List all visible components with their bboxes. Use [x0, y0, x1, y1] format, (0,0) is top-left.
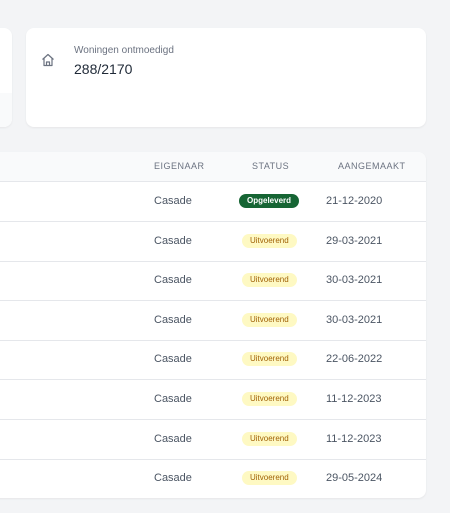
- stat-label: Woningen ontmoedigd: [74, 45, 174, 56]
- table-row[interactable]: Casade Uitvoerend 30-03-2021: [0, 261, 426, 302]
- status-badge: Opgeleverd: [239, 194, 300, 208]
- status-badge: Uitvoerend: [242, 352, 297, 367]
- column-header-created[interactable]: AANGEMAAKT: [338, 161, 406, 171]
- stat-card-footer: [0, 93, 12, 127]
- projects-table: EIGENAAR STATUS AANGEMAAKT Casade Opgelev…: [0, 152, 426, 498]
- created-date-cell: 29-03-2021: [326, 234, 383, 247]
- column-header-status[interactable]: STATUS: [252, 161, 289, 171]
- owner-cell: Casade: [154, 432, 192, 445]
- table-row[interactable]: Casade Opgeleverd 21-12-2020: [0, 182, 426, 222]
- stat-card-partial: [0, 28, 12, 127]
- status-badge: Uitvoerend: [242, 273, 297, 288]
- stat-value: 288/2170: [74, 61, 133, 77]
- created-date-cell: 30-03-2021: [326, 313, 383, 326]
- table-row[interactable]: Casade Uitvoerend 30-03-2021: [0, 301, 426, 341]
- status-badge: Uitvoerend: [242, 233, 297, 248]
- owner-cell: Casade: [154, 472, 192, 485]
- table-row[interactable]: Casade Uitvoerend 11-12-2023: [0, 380, 426, 420]
- table-row[interactable]: Casade Uitvoerend 11-12-2023: [0, 420, 426, 460]
- table-row[interactable]: Casade Uitvoerend 29-03-2021: [0, 222, 426, 262]
- owner-cell: Casade: [154, 353, 192, 366]
- status-badge: Uitvoerend: [242, 431, 297, 446]
- created-date-cell: 22-06-2022: [326, 353, 383, 366]
- created-date-cell: 11-12-2023: [326, 393, 382, 405]
- table-header: EIGENAAR STATUS AANGEMAAKT: [0, 152, 426, 182]
- created-date-cell: 30-03-2021: [326, 274, 383, 287]
- stat-card-woningen: Woningen ontmoedigd 288/2170: [26, 28, 426, 127]
- table-row[interactable]: Casade Uitvoerend 22-06-2022: [0, 340, 426, 381]
- created-date-cell: 21-12-2020: [326, 195, 383, 207]
- status-badge: Uitvoerend: [242, 312, 297, 327]
- created-date-cell: 29-05-2024: [326, 472, 383, 485]
- owner-cell: Casade: [154, 234, 192, 247]
- created-date-cell: 11-12-2023: [326, 432, 382, 445]
- status-badge: Uitvoerend: [242, 392, 297, 406]
- status-badge: Uitvoerend: [242, 471, 297, 486]
- owner-cell: Casade: [154, 393, 192, 405]
- table-row[interactable]: Casade Uitvoerend 29-05-2024: [0, 459, 426, 498]
- home-icon: [40, 52, 56, 68]
- owner-cell: Casade: [154, 195, 192, 207]
- owner-cell: Casade: [154, 313, 192, 326]
- owner-cell: Casade: [154, 274, 192, 287]
- column-header-owner[interactable]: EIGENAAR: [154, 161, 205, 171]
